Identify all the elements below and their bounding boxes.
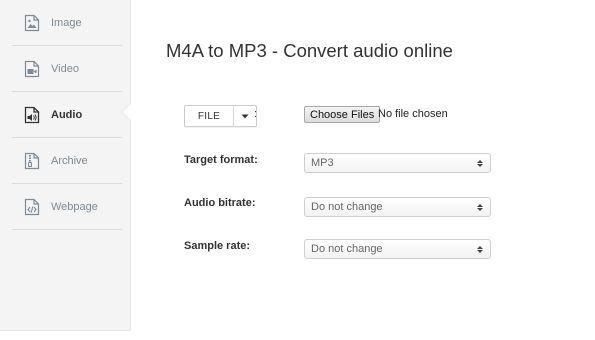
select-value: Do not change (311, 243, 383, 255)
sidebar-item-image[interactable]: Image (12, 0, 122, 46)
target-format-select[interactable]: MP3 (304, 153, 491, 173)
file-source-button[interactable]: FILE (184, 105, 257, 127)
sidebar-item-label: Video (51, 62, 79, 75)
audio-file-icon (24, 106, 40, 124)
file-button-label[interactable]: FILE (185, 106, 234, 126)
select-arrows-icon (477, 203, 483, 211)
target-format-label: Target format: (184, 154, 258, 166)
page: Image Video Audio Archive Webpage M4A to… (0, 0, 595, 340)
select-arrows-icon (477, 159, 483, 167)
select-value: Do not change (311, 201, 383, 213)
image-file-icon (24, 14, 40, 32)
select-value: MP3 (311, 157, 334, 169)
sidebar-item-webpage[interactable]: Webpage (12, 184, 122, 230)
file-colon: : (254, 108, 258, 120)
archive-file-icon (24, 152, 40, 170)
page-title: M4A to MP3 - Convert audio online (166, 40, 453, 61)
video-file-icon (24, 60, 40, 78)
sidebar-item-label: Archive (51, 154, 88, 167)
sidebar-item-label: Audio (51, 108, 83, 121)
sidebar-item-label: Webpage (51, 200, 98, 213)
audio-bitrate-label: Audio bitrate: (184, 197, 256, 209)
sample-rate-label: Sample rate: (184, 240, 251, 252)
active-indicator (122, 104, 131, 120)
sidebar-item-label: Image (51, 16, 82, 29)
sidebar-item-video[interactable]: Video (12, 46, 122, 92)
webpage-file-icon (24, 198, 40, 216)
sample-rate-select[interactable]: Do not change (304, 239, 491, 259)
audio-bitrate-select[interactable]: Do not change (304, 197, 491, 217)
sidebar: Image Video Audio Archive Webpage (0, 0, 131, 331)
sidebar-item-archive[interactable]: Archive (12, 138, 122, 184)
choose-files-button[interactable]: Choose Files (304, 106, 381, 123)
sidebar-item-audio[interactable]: Audio (12, 92, 122, 138)
file-status-text: No file chosen (378, 108, 448, 120)
chevron-down-icon[interactable] (234, 106, 256, 126)
select-arrows-icon (477, 245, 483, 253)
